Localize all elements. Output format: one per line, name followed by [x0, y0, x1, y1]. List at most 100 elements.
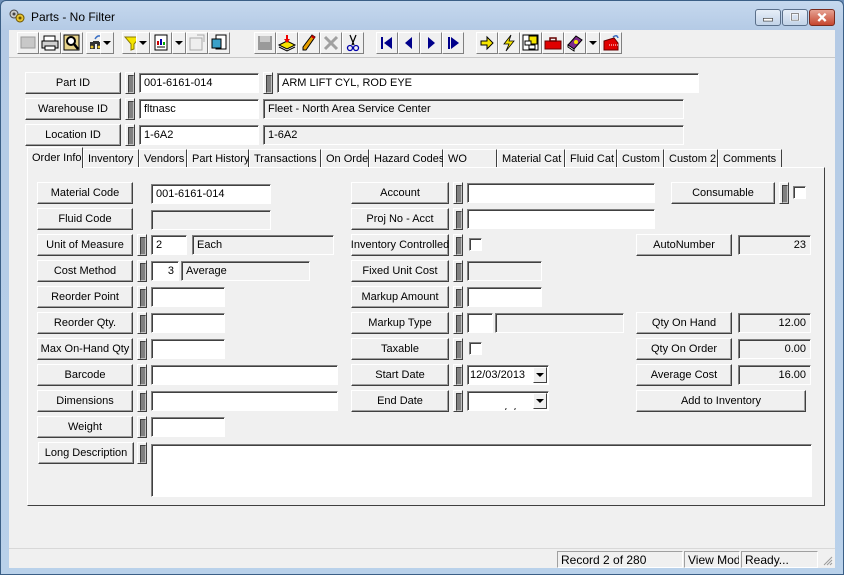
tab-wo[interactable]: WO	[443, 149, 497, 167]
reorder-point-lock-icon[interactable]	[137, 286, 147, 308]
consumable-checkbox[interactable]	[793, 186, 806, 199]
max-on-hand-qty-field[interactable]	[151, 339, 225, 359]
part-id-button[interactable]: Part ID	[25, 72, 121, 94]
fixed-unit-cost-lock-icon[interactable]	[453, 260, 463, 282]
close-button[interactable]	[809, 9, 835, 26]
tab-order-info[interactable]: Order Info	[27, 147, 83, 168]
cut-button[interactable]	[342, 32, 364, 54]
account-lock-icon[interactable]	[453, 182, 463, 204]
dimensions-field[interactable]	[151, 391, 338, 411]
tab-hazard-codes[interactable]: Hazard Codes	[369, 149, 444, 167]
delete-button[interactable]	[320, 32, 342, 54]
last-record-button[interactable]	[442, 32, 464, 54]
reorder-point-field[interactable]	[151, 287, 225, 307]
warehouse-id-button[interactable]: Warehouse ID	[25, 98, 121, 120]
reorder-qty-lock-icon[interactable]	[137, 312, 147, 334]
dimensions-button[interactable]: Dimensions	[37, 390, 133, 412]
part-id-field[interactable]: 001-6161-014	[139, 73, 259, 93]
tab-comments[interactable]: Comments	[718, 149, 782, 167]
find-dropdown-button[interactable]	[100, 32, 114, 54]
new-record-button[interactable]	[276, 32, 298, 54]
taxable-lock-icon[interactable]	[453, 338, 463, 360]
print-button[interactable]	[39, 32, 61, 54]
consumable-button[interactable]: Consumable	[671, 182, 775, 204]
cost-method-code-field[interactable]: 3	[151, 261, 179, 281]
resize-grip-icon[interactable]	[821, 554, 833, 566]
part-description-lock-icon[interactable]	[263, 72, 273, 94]
barcode-field[interactable]	[151, 365, 338, 385]
taxable-checkbox[interactable]	[469, 342, 482, 355]
fluid-code-button[interactable]: Fluid Code	[37, 208, 133, 230]
next-record-button[interactable]	[420, 32, 442, 54]
title-bar[interactable]: Parts - No Filter	[1, 1, 843, 29]
location-id-lock-icon[interactable]	[125, 124, 135, 146]
form-view-button[interactable]	[17, 32, 39, 54]
goto-button[interactable]	[476, 32, 498, 54]
material-code-field[interactable]: 001-6161-014	[151, 184, 271, 204]
average-cost-button[interactable]: Average Cost	[636, 364, 732, 386]
inventory-controlled-checkbox[interactable]	[469, 238, 482, 251]
weight-button[interactable]: Weight	[37, 416, 133, 438]
warehouse-id-field[interactable]: fltnasc	[139, 99, 259, 119]
markup-type-code-field[interactable]	[467, 313, 493, 333]
max-on-hand-qty-lock-icon[interactable]	[137, 338, 147, 360]
diagram-button[interactable]	[520, 32, 542, 54]
long-description-field[interactable]	[151, 444, 812, 497]
unit-of-measure-code-field[interactable]: 2	[151, 235, 187, 255]
start-date-lock-icon[interactable]	[453, 364, 463, 386]
location-id-button[interactable]: Location ID	[25, 124, 121, 146]
material-code-button[interactable]: Material Code	[37, 182, 133, 204]
warehouse-id-lock-icon[interactable]	[125, 98, 135, 120]
properties-button[interactable]	[186, 32, 208, 54]
add-to-inventory-button[interactable]: Add to Inventory	[636, 390, 806, 412]
save-button[interactable]	[254, 32, 276, 54]
print-preview-button[interactable]	[61, 32, 83, 54]
unit-of-measure-lock-icon[interactable]	[137, 234, 147, 256]
reorder-qty-field[interactable]	[151, 313, 225, 333]
autonumber-button[interactable]: AutoNumber	[636, 234, 732, 256]
inventory-controlled-button[interactable]: Inventory Controlled	[351, 234, 449, 256]
report-dropdown-button[interactable]	[172, 32, 186, 54]
markup-type-lock-icon[interactable]	[453, 312, 463, 334]
minimize-button[interactable]	[755, 9, 781, 26]
proj-no-acct-lock-icon[interactable]	[453, 208, 463, 230]
weight-field[interactable]	[151, 417, 225, 437]
start-date-dropdown-button[interactable]	[533, 367, 547, 383]
markup-amount-field[interactable]	[467, 287, 542, 307]
filter-dropdown-button[interactable]	[136, 32, 150, 54]
exit-button[interactable]	[600, 32, 622, 54]
location-id-field[interactable]: 1-6A2	[139, 125, 259, 145]
tab-material-cat[interactable]: Material Cat	[497, 149, 565, 167]
part-description-field[interactable]: ARM LIFT CYL, ROD EYE	[277, 73, 699, 93]
previous-record-button[interactable]	[398, 32, 420, 54]
barcode-button[interactable]: Barcode	[37, 364, 133, 386]
tab-custom-2[interactable]: Custom 2	[664, 149, 718, 167]
tab-part-history[interactable]: Part History	[187, 149, 249, 167]
markup-amount-button[interactable]: Markup Amount	[351, 286, 449, 308]
end-date-button[interactable]: End Date	[351, 390, 449, 412]
edit-button[interactable]	[298, 32, 320, 54]
long-description-lock-icon[interactable]	[137, 442, 147, 464]
qty-on-hand-button[interactable]: Qty On Hand	[636, 312, 732, 334]
reorder-qty-button[interactable]: Reorder Qty.	[37, 312, 133, 334]
part-id-lock-icon[interactable]	[125, 72, 135, 94]
dimensions-lock-icon[interactable]	[137, 390, 147, 412]
consumable-lock-icon[interactable]	[779, 182, 789, 204]
tab-inventory[interactable]: Inventory	[83, 149, 139, 167]
start-date-button[interactable]: Start Date	[351, 364, 449, 386]
tab-transactions[interactable]: Transactions	[249, 149, 321, 167]
quick-action-button[interactable]	[498, 32, 520, 54]
end-date-lock-icon[interactable]	[453, 390, 463, 412]
cost-method-lock-icon[interactable]	[137, 260, 147, 282]
tab-on-order[interactable]: On Order	[321, 149, 372, 167]
toolbox-button[interactable]	[542, 32, 564, 54]
cost-method-button[interactable]: Cost Method	[37, 260, 133, 282]
help-book-dropdown-button[interactable]	[586, 32, 600, 54]
account-field[interactable]	[467, 183, 655, 203]
qty-on-order-button[interactable]: Qty On Order	[636, 338, 732, 360]
inventory-controlled-lock-icon[interactable]	[453, 234, 463, 256]
taxable-button[interactable]: Taxable	[351, 338, 449, 360]
barcode-lock-icon[interactable]	[137, 364, 147, 386]
weight-lock-icon[interactable]	[137, 416, 147, 438]
first-record-button[interactable]	[376, 32, 398, 54]
